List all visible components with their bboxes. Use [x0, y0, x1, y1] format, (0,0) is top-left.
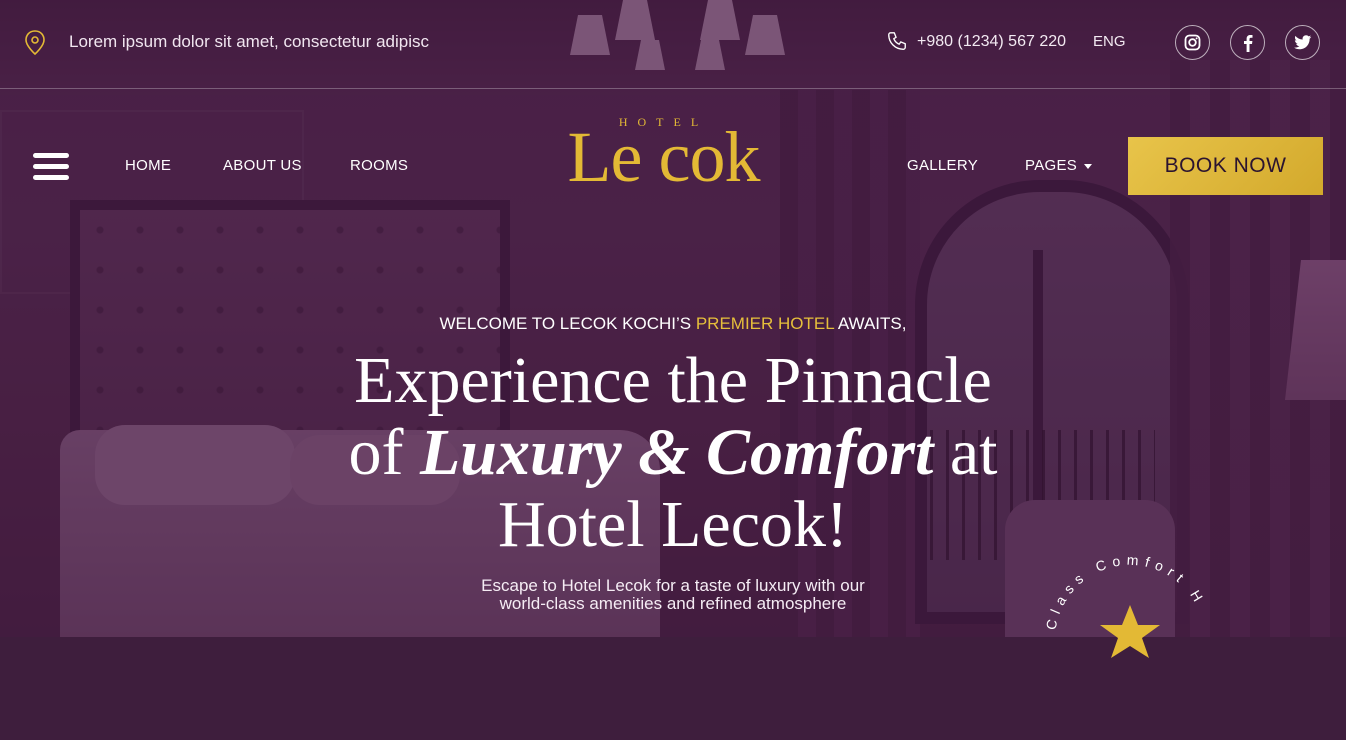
headline-emphasis: Luxury & Comfort [419, 416, 934, 489]
twitter-icon [1293, 35, 1311, 50]
nav-gallery[interactable]: GALLERY [907, 157, 978, 174]
address-text: Lorem ipsum dolor sit amet, consectetur … [69, 32, 429, 51]
facebook-link[interactable] [1230, 25, 1265, 60]
twitter-link[interactable] [1285, 25, 1320, 60]
hamburger-menu-icon[interactable] [33, 153, 69, 180]
nav-pages[interactable]: PAGES [1025, 157, 1093, 174]
headline-line-1: Experience the Pinnacle [354, 344, 992, 417]
caret-down-icon [1084, 163, 1093, 169]
headline-line-3: Hotel Lecok! [497, 488, 848, 561]
facebook-icon [1243, 34, 1252, 52]
headline-post: at [933, 416, 998, 489]
nav-home[interactable]: HOME [125, 157, 171, 174]
phone-icon [888, 32, 906, 50]
phone-number-link[interactable]: +980 (1234) 567 220 [917, 33, 1066, 51]
language-selector[interactable]: ENG [1093, 33, 1126, 50]
instagram-icon [1184, 34, 1201, 51]
star-icon [1100, 605, 1160, 658]
nav-pages-label: PAGES [1025, 157, 1078, 174]
top-info-bar: Lorem ipsum dolor sit amet, consectetur … [0, 0, 1346, 89]
nav-about-us[interactable]: ABOUT US [223, 157, 302, 174]
book-now-button[interactable]: BOOK NOW [1128, 137, 1323, 195]
hero-tagline: WELCOME TO LECOK KOCHI’S PREMIER HOTEL A… [0, 314, 1346, 334]
tagline-pre: WELCOME TO LECOK KOCHI’S [439, 314, 696, 333]
location-pin-icon [25, 30, 45, 56]
instagram-link[interactable] [1175, 25, 1210, 60]
nav-rooms[interactable]: ROOMS [350, 157, 408, 174]
hotel-logo[interactable]: HOTEL Le cok [536, 112, 791, 216]
rotating-badge: Class Comfort H [1043, 552, 1203, 658]
tagline-highlight: PREMIER HOTEL [695, 314, 835, 333]
headline-pre: of [348, 416, 420, 489]
tagline-post: AWAITS, [834, 314, 907, 333]
logo-name-text: Le cok [567, 117, 761, 197]
headline-line-2: of Luxury & Comfort at [253, 417, 1093, 489]
hero-headline: Experience the Pinnacle of Luxury & Comf… [253, 345, 1093, 561]
